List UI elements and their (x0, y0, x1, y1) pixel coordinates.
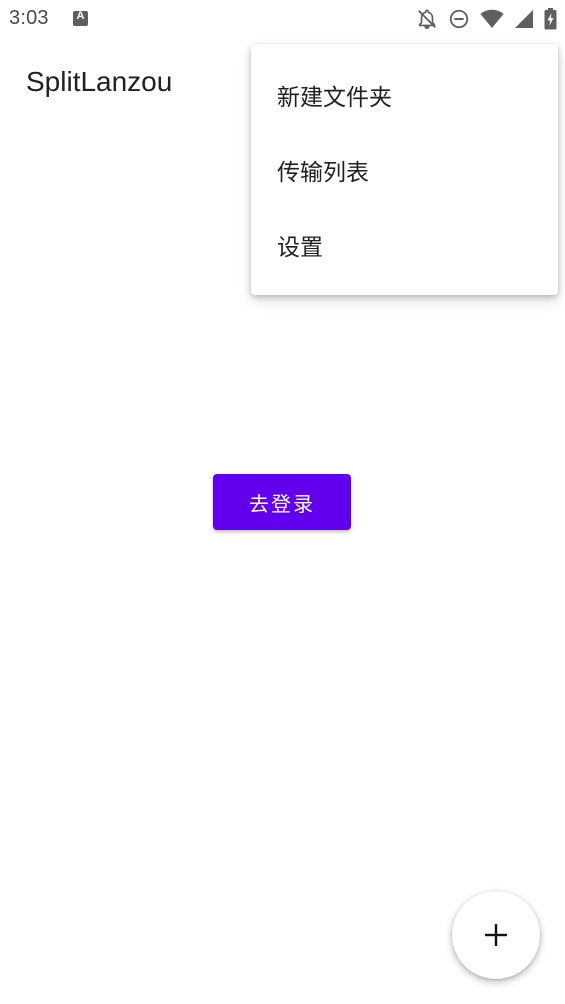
menu-item-new-folder[interactable]: 新建文件夹 (251, 57, 558, 132)
overflow-menu: 新建文件夹 传输列表 设置 (251, 44, 558, 295)
app-title: SplitLanzou (26, 66, 173, 97)
login-button[interactable]: 去登录 (213, 474, 351, 530)
signal-icon (515, 10, 533, 28)
status-time: 3:03 (9, 7, 49, 29)
notification-a-icon: A (73, 10, 88, 26)
bell-off-icon (418, 9, 436, 29)
wifi-icon (480, 9, 504, 28)
status-icons (416, 7, 557, 31)
battery-charging-icon (544, 8, 557, 30)
plus-icon (485, 924, 507, 946)
app-screen: 3:03 A SplitLanzou 去登录 新建文件夹 传输列表 设置 (0, 0, 565, 1004)
menu-item-transfer-list[interactable]: 传输列表 (251, 132, 558, 207)
do-not-disturb-icon (449, 9, 469, 29)
add-fab-button[interactable] (452, 891, 540, 979)
menu-item-settings[interactable]: 设置 (251, 207, 558, 282)
status-bar: 3:03 A (0, 0, 565, 38)
